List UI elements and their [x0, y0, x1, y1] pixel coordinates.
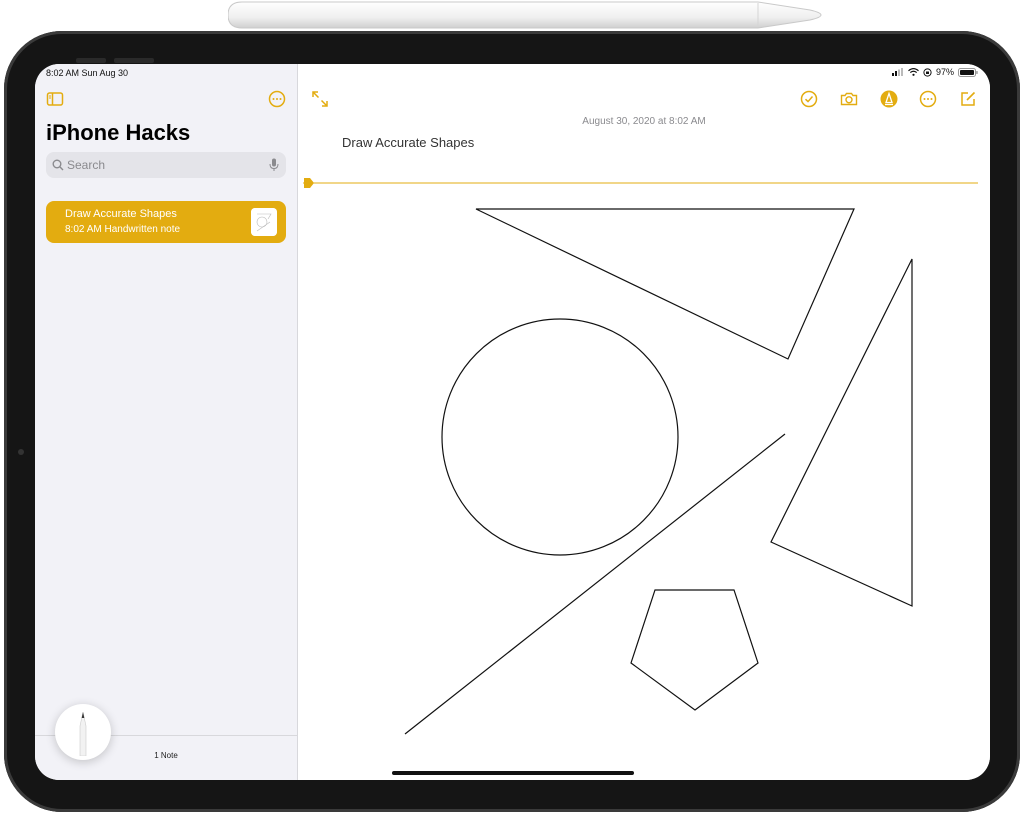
ellipsis-circle-icon[interactable]: [919, 90, 937, 108]
volume-button: [76, 58, 106, 63]
note-heading[interactable]: Draw Accurate Shapes: [342, 135, 474, 150]
home-indicator[interactable]: [392, 771, 634, 775]
status-time-date: 8:02 AM Sun Aug 30: [46, 68, 129, 78]
rotation-lock-icon: [923, 67, 932, 77]
note-date: August 30, 2020 at 8:02 AM: [582, 116, 706, 127]
microphone-icon[interactable]: [269, 158, 279, 172]
folder-title: iPhone Hacks: [46, 120, 191, 145]
drawing-canvas[interactable]: [298, 194, 990, 780]
battery-icon: [958, 67, 978, 77]
power-button: [114, 58, 154, 63]
note-editor: 97% August 30, 2020 at 8:02 AM Draw Accu…: [298, 64, 990, 780]
note-item-title: Draw Accurate Shapes: [65, 208, 177, 220]
wifi-icon: [908, 68, 919, 76]
screen: 8:02 AM Sun Aug 30 iPhone Hacks Search D…: [35, 64, 990, 780]
camera-icon[interactable]: [840, 90, 858, 108]
pen-tip-circle-icon[interactable]: [880, 90, 898, 108]
search-field[interactable]: Search: [46, 152, 286, 178]
ellipsis-circle-icon[interactable]: [268, 90, 286, 108]
note-thumbnail: [251, 208, 277, 236]
drawn-circle: [441, 318, 679, 556]
search-icon: [52, 159, 64, 171]
sidebar-icon[interactable]: [46, 90, 64, 108]
cellular-icon: [891, 68, 903, 76]
note-item-subtitle: 8:02 AM Handwritten note: [65, 224, 181, 235]
drawn-line: [404, 433, 786, 735]
resize-handle-icon[interactable]: [303, 177, 315, 189]
checkmark-circle-icon[interactable]: [800, 90, 818, 108]
drawn-triangle-top: [475, 208, 855, 360]
battery-percent: 97%: [935, 67, 954, 77]
search-placeholder: Search: [67, 158, 106, 172]
list-item[interactable]: Draw Accurate Shapes 8:02 AM Handwritten…: [46, 201, 286, 243]
pencil-icon: [79, 712, 87, 756]
expand-arrows-icon[interactable]: [311, 90, 329, 108]
status-icons: 97%: [891, 67, 978, 77]
drawn-pentagon: [630, 589, 759, 711]
drawn-triangle-right: [770, 258, 913, 607]
pencil-connect-indicator: [55, 704, 111, 760]
notes-sidebar: 8:02 AM Sun Aug 30 iPhone Hacks Search D…: [35, 64, 298, 780]
drawing-area-handle[interactable]: [303, 182, 978, 184]
compose-icon[interactable]: [959, 90, 977, 108]
front-camera: [18, 449, 24, 455]
apple-pencil: [228, 1, 822, 29]
